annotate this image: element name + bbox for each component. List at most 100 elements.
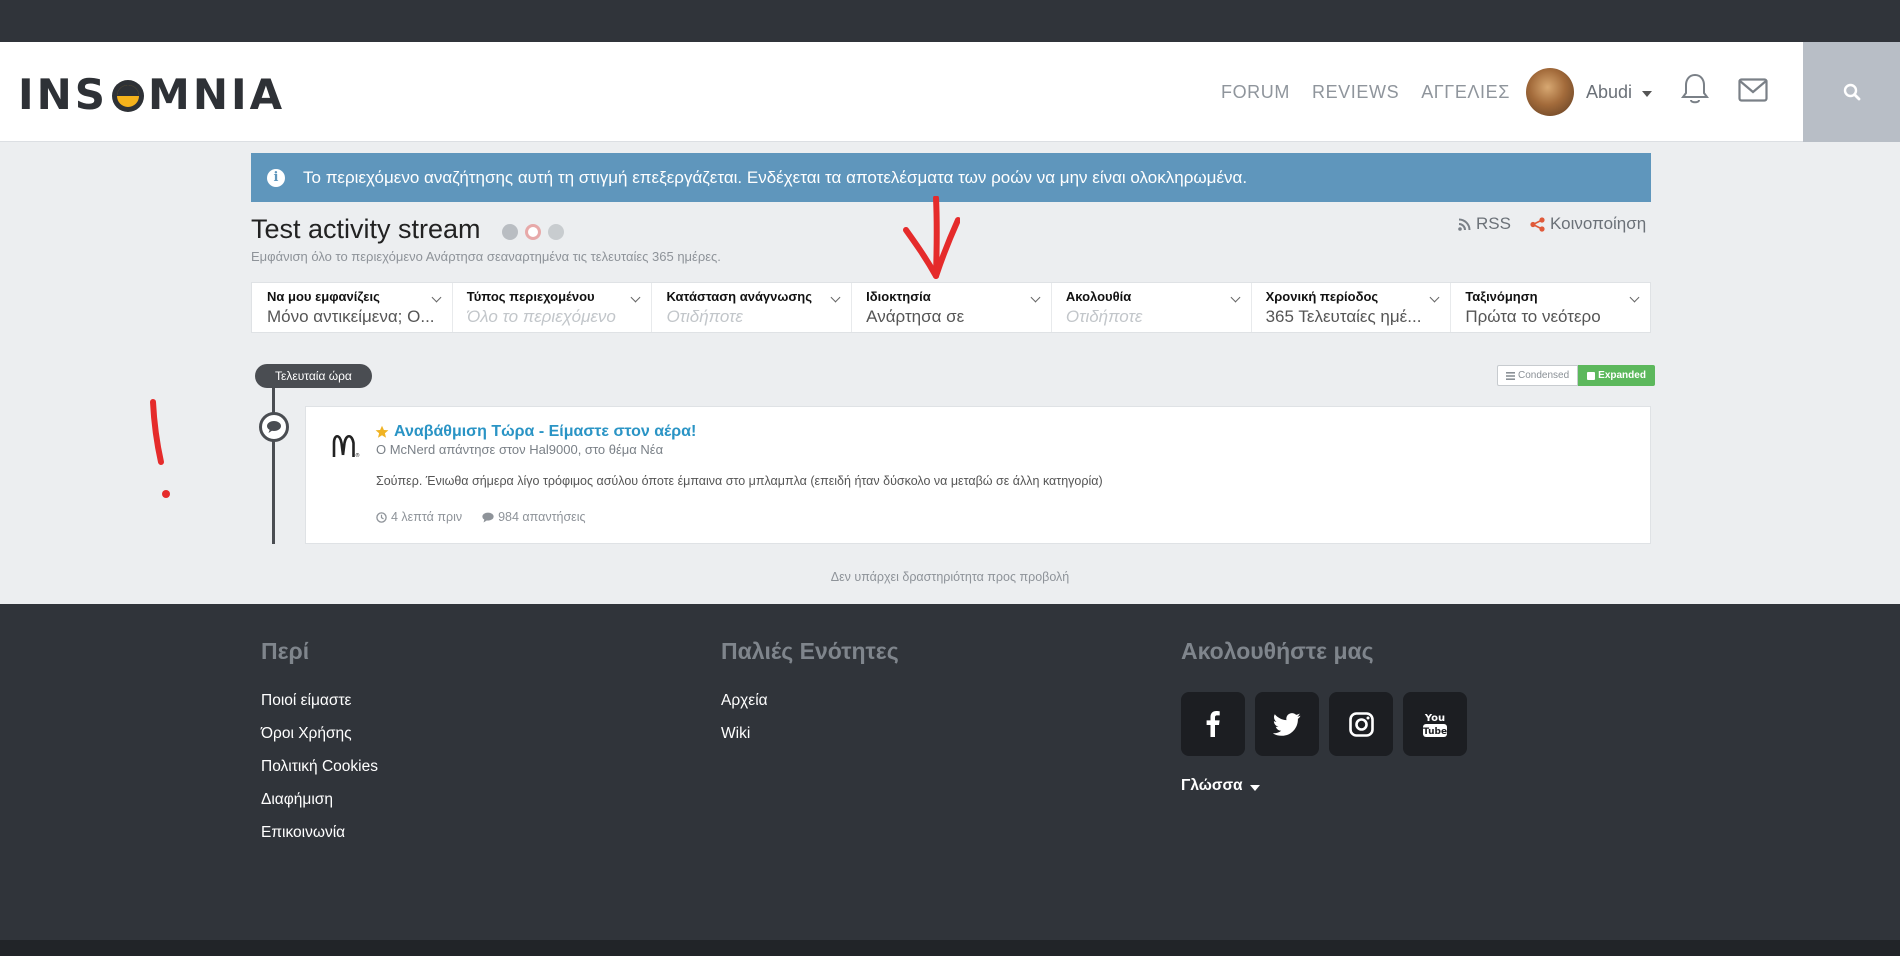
footer-old-sections: Παλιές Ενότητες Αρχεία Wiki — [721, 638, 899, 758]
stream-item-title-text[interactable]: Αναβάθμιση Τώρα - Είμαστε στον αέρα! — [394, 423, 696, 441]
red-arrow-annotation — [903, 196, 960, 279]
stream-item-time: 4 λεπτά πριν — [376, 510, 462, 524]
chevron-down-icon[interactable] — [1249, 784, 1260, 791]
filter-value: Ανάρτησα σε — [866, 307, 965, 326]
filter-label: Χρονική περίοδος — [1265, 289, 1379, 304]
edit-icon[interactable] — [502, 224, 518, 240]
filter-value: Πρώτα το νεότερο — [1465, 307, 1601, 326]
facebook-icon — [1206, 711, 1220, 737]
filter-value: Οτιδήποτε — [1065, 307, 1143, 326]
alert-text: Το περιεχόμενο αναζήτησης αυτή τη στιγμή… — [303, 167, 1248, 187]
stream-item-replies-text[interactable]: 984 απαντήσεις — [498, 510, 585, 524]
page-description: Εμφάνιση όλο το περιεχόμενο Ανάρτησα σεα… — [251, 249, 721, 264]
stream-actions — [502, 224, 564, 240]
avatar[interactable] — [1526, 68, 1574, 116]
expanded-label: Expanded — [1598, 370, 1646, 381]
nav-classifieds[interactable]: ΑΓΓΕΛΙΕΣ — [1421, 82, 1510, 103]
mcdonalds-logo-icon[interactable]: ® — [332, 431, 362, 459]
youtube-logo-bottom: Tube — [1423, 727, 1447, 737]
footer-follow-heading: Ακολουθήστε μας — [1181, 638, 1374, 664]
clock-icon — [376, 511, 387, 523]
twitter-button[interactable] — [1255, 692, 1319, 756]
no-more-activity: Δεν υπάρχει δραστηριότητα προς προβολή — [830, 570, 1070, 584]
timeline-group-label: Τελευταία ώρα — [255, 364, 372, 388]
filter-bar: Να μου εμφανίζεις Μόνο αντικείμενα; Ο...… — [251, 282, 1651, 333]
user-menu[interactable]: Abudi — [1526, 68, 1653, 116]
instagram-button[interactable] — [1329, 692, 1393, 756]
comment-icon — [259, 412, 289, 442]
user-name[interactable]: Abudi — [1586, 82, 1632, 103]
rss-icon — [1458, 218, 1471, 231]
chevron-down-icon[interactable] — [1642, 90, 1653, 97]
filter-label: Ιδιοκτησία — [866, 289, 931, 304]
filter-sort[interactable]: Ταξινόμηση Πρώτα το νεότερο — [1451, 283, 1650, 332]
filter-value: 365 Τελευταίες ημέ... — [1265, 307, 1422, 326]
language-selector[interactable]: Γλώσσα — [1181, 777, 1467, 795]
twitter-icon — [1273, 712, 1301, 736]
filter-show-me[interactable]: Να μου εμφανίζεις Μόνο αντικείμενα; Ο... — [252, 283, 453, 332]
stream-item-snippet: Σούπερ. Ένιωθα σήμερα λίγο τρόφιμος ασύλ… — [376, 474, 1103, 488]
share-link[interactable]: Κοινοποίηση — [1530, 214, 1646, 234]
stream-item-time-text: 4 λεπτά πριν — [391, 510, 463, 524]
bottom-bar — [0, 940, 1900, 956]
info-icon: i — [267, 168, 285, 187]
check-icon[interactable] — [548, 224, 564, 240]
svg-text:®: ® — [355, 452, 360, 459]
youtube-icon: You Tube — [1423, 713, 1447, 737]
rss-label[interactable]: RSS — [1476, 214, 1511, 234]
share-label[interactable]: Κοινοποίηση — [1550, 214, 1646, 234]
site-logo[interactable]: INS MNIA — [18, 69, 286, 119]
filter-value: Οτιδήποτε — [666, 307, 743, 326]
footer-follow: Ακολουθήστε μας You Tube Γλώσσα — [1181, 638, 1467, 795]
stream-item-meta: Ο McNerd απάντησε στον Hal9000, στο θέμα… — [376, 442, 664, 457]
social-links: You Tube — [1181, 692, 1467, 756]
expanded-view-button[interactable]: Expanded — [1578, 365, 1655, 386]
bell-icon[interactable] — [1680, 72, 1710, 106]
logo-text-right: MNIA — [148, 69, 286, 119]
site-footer: Περί Ποιοί είμαστε Όροι Χρήσης Πολιτική … — [0, 604, 1900, 940]
filter-read-status[interactable]: Κατάσταση ανάγνωσης Οτιδήποτε — [652, 283, 853, 332]
filter-value: Όλο το περιεχόμενο — [466, 307, 616, 326]
language-label[interactable]: Γλώσσα — [1181, 777, 1243, 795]
filter-label: Κατάσταση ανάγνωσης — [666, 289, 812, 304]
condensed-view-button[interactable]: Condensed — [1497, 365, 1579, 386]
site-header: INS MNIA FORUM REVIEWS ΑΓΓΕΛΙΕΣ Abudi — [0, 42, 1900, 142]
square-icon — [1587, 371, 1596, 380]
footer-link-cookies[interactable]: Πολιτική Cookies — [261, 758, 378, 776]
nav-reviews[interactable]: REVIEWS — [1312, 82, 1399, 103]
facebook-button[interactable] — [1181, 692, 1245, 756]
search-button[interactable] — [1803, 42, 1900, 142]
filter-ownership[interactable]: Ιδιοκτησία Ανάρτησα σε — [852, 283, 1052, 332]
filter-label: Ταξινόμηση — [1465, 289, 1538, 304]
nav-forum[interactable]: FORUM — [1221, 82, 1290, 103]
stream-item-stats: 4 λεπτά πριν 984 απαντήσεις — [376, 510, 586, 524]
stop-icon[interactable] — [525, 224, 541, 240]
footer-link-terms[interactable]: Όροι Χρήσης — [261, 725, 378, 743]
youtube-button[interactable]: You Tube — [1403, 692, 1467, 756]
youtube-logo-top: You — [1424, 713, 1445, 724]
view-toggle: Condensed Expanded — [1497, 365, 1655, 386]
stream-item-title[interactable]: Αναβάθμιση Τώρα - Είμαστε στον αέρα! — [375, 423, 696, 441]
footer-about: Περί Ποιοί είμαστε Όροι Χρήσης Πολιτική … — [261, 638, 378, 857]
stream-item: ® Αναβάθμιση Τώρα - Είμαστε στον αέρα! Ο… — [305, 406, 1651, 544]
top-bar — [0, 0, 1900, 42]
stream-item-replies[interactable]: 984 απαντήσεις — [482, 510, 586, 524]
search-icon — [1843, 83, 1860, 101]
footer-link-advertising[interactable]: Διαφήμιση — [261, 791, 378, 809]
filter-label: Ακολουθία — [1065, 289, 1132, 304]
footer-link-contact[interactable]: Επικοινωνία — [261, 824, 378, 842]
filter-label: Να μου εμφανίζεις — [267, 289, 380, 304]
filter-time-period[interactable]: Χρονική περίοδος 365 Τελευταίες ημέ... — [1252, 283, 1452, 332]
comment-icon — [482, 512, 494, 522]
footer-link-who-we-are[interactable]: Ποιοί είμαστε — [261, 692, 378, 710]
footer-about-heading: Περί — [261, 638, 310, 664]
rss-link[interactable]: RSS — [1458, 214, 1511, 234]
footer-old-heading: Παλιές Ενότητες — [721, 638, 899, 664]
footer-link-wiki[interactable]: Wiki — [721, 725, 899, 743]
logo-face-icon — [110, 76, 146, 112]
logo-text-left: INS — [18, 69, 109, 119]
filter-following[interactable]: Ακολουθία Οτιδήποτε — [1052, 283, 1252, 332]
filter-content-type[interactable]: Τύπος περιεχομένου Όλο το περιεχόμενο — [453, 283, 653, 332]
footer-link-archives[interactable]: Αρχεία — [721, 692, 899, 710]
envelope-icon[interactable] — [1738, 78, 1768, 102]
